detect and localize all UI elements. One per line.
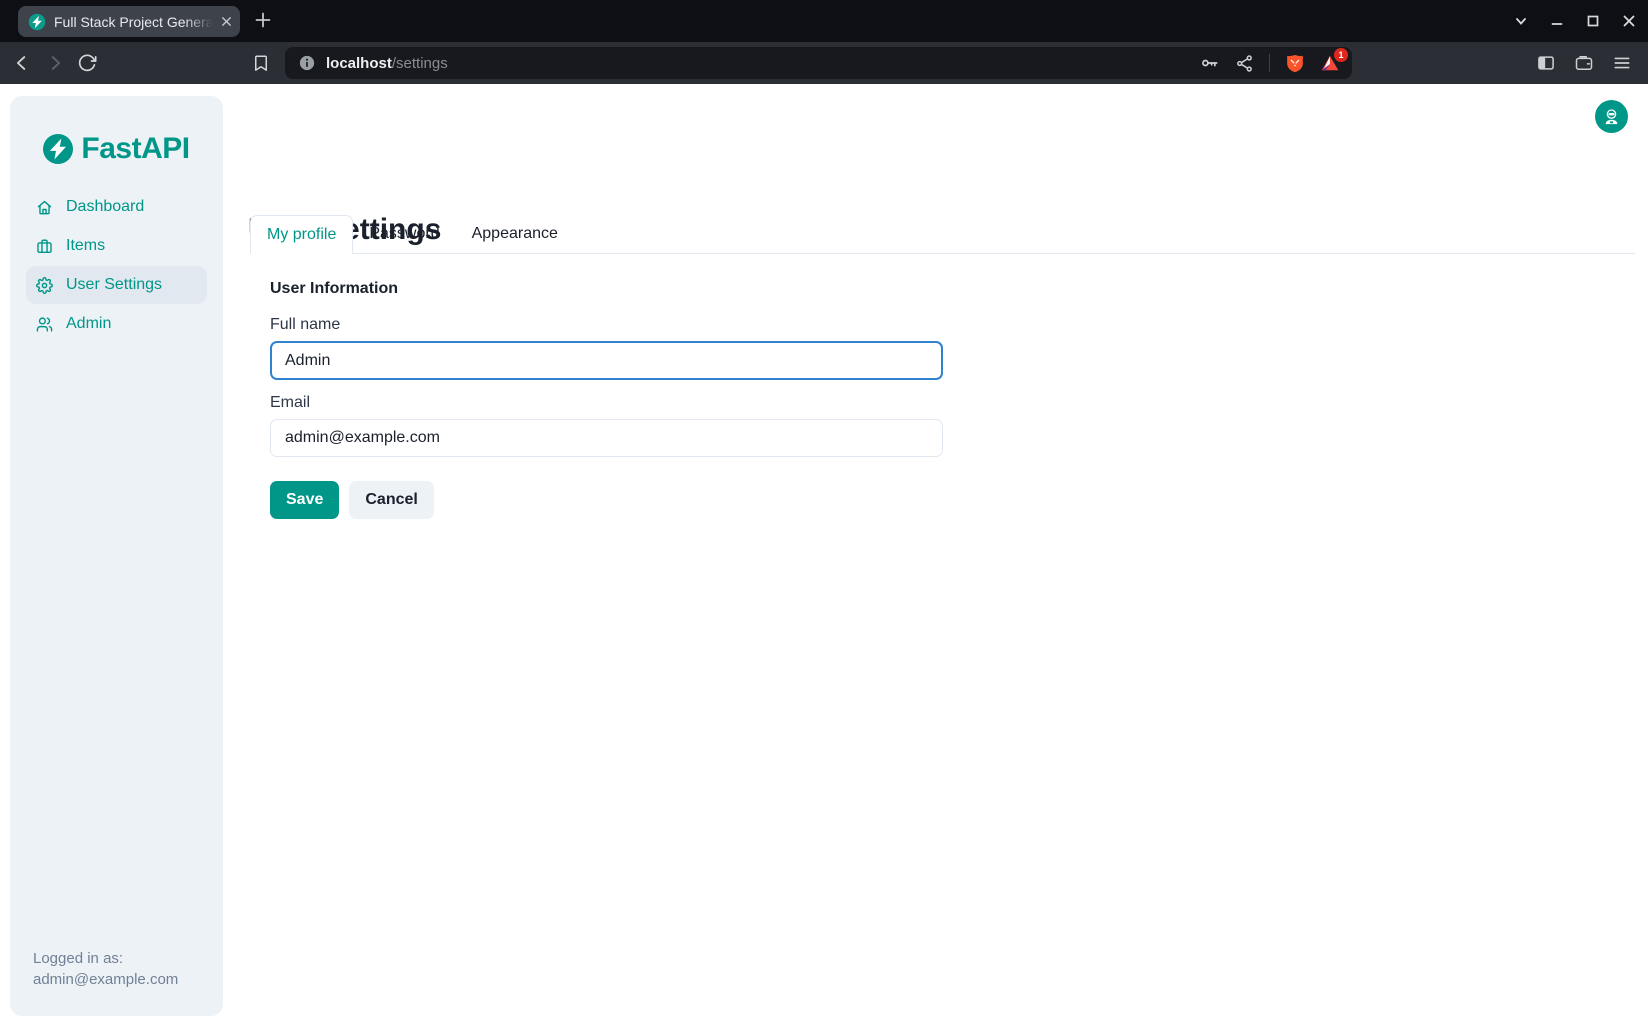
user-information-form: User Information Full name Email Save Ca… — [270, 280, 943, 519]
cancel-button[interactable]: Cancel — [349, 481, 433, 519]
user-menu-button[interactable] — [1595, 100, 1628, 133]
sidebar-item-label: Items — [66, 237, 105, 255]
form-actions: Save Cancel — [270, 481, 943, 519]
window-controls — [1512, 0, 1638, 42]
rewards-badge: 1 — [1334, 48, 1348, 62]
divider — [1269, 54, 1270, 72]
sidebar-item-user-settings[interactable]: User Settings — [26, 266, 207, 304]
tab-password[interactable]: Password — [353, 215, 455, 253]
back-icon[interactable] — [11, 52, 33, 74]
home-icon — [36, 199, 53, 216]
browser-window: Full Stack Project Genera — [0, 0, 1648, 1025]
share-icon[interactable] — [1235, 54, 1254, 73]
url-host: localhost — [326, 55, 392, 72]
close-window-icon[interactable] — [1620, 12, 1638, 30]
email-input[interactable] — [270, 419, 943, 457]
sidebar: FastAPI Dashboard — [10, 96, 223, 1016]
sidebar-item-label: User Settings — [66, 276, 162, 294]
sidebar-item-dashboard[interactable]: Dashboard — [26, 188, 207, 226]
full-name-label: Full name — [270, 316, 943, 334]
toolbar-right-actions — [1536, 42, 1632, 84]
bookmark-icon[interactable] — [250, 52, 272, 74]
briefcase-icon — [36, 238, 53, 255]
info-icon[interactable] — [298, 54, 316, 72]
reload-icon[interactable] — [76, 52, 98, 74]
browser-tab[interactable]: Full Stack Project Genera — [18, 6, 240, 37]
forward-icon[interactable] — [44, 52, 66, 74]
fastapi-favicon-icon — [28, 13, 46, 31]
address-bar[interactable]: localhost/settings — [285, 47, 1352, 79]
chevron-down-icon[interactable] — [1512, 12, 1530, 30]
url-text: localhost/settings — [326, 55, 448, 72]
browser-tab-strip: Full Stack Project Genera — [0, 0, 1648, 42]
email-field-group: Email — [270, 394, 943, 457]
users-icon — [36, 316, 53, 333]
sidebar-item-label: Dashboard — [66, 198, 144, 216]
tab-my-profile[interactable]: My profile — [250, 215, 353, 254]
tab-title: Full Stack Project Genera — [54, 14, 213, 30]
full-name-field-group: Full name — [270, 316, 943, 380]
minimize-icon[interactable] — [1548, 12, 1566, 30]
full-name-input[interactable] — [270, 341, 943, 380]
fastapi-bolt-icon — [43, 134, 73, 164]
fastapi-logo[interactable]: FastAPI — [10, 132, 223, 166]
gear-icon — [36, 277, 53, 294]
menu-icon[interactable] — [1612, 53, 1632, 73]
new-tab-icon[interactable] — [254, 11, 272, 29]
settings-tabs: My profile Password Appearance — [250, 215, 1635, 254]
user-astronaut-icon — [1602, 107, 1621, 126]
wallet-icon[interactable] — [1574, 53, 1594, 73]
key-icon[interactable] — [1200, 53, 1220, 73]
email-label: Email — [270, 394, 943, 412]
logged-in-email: admin@example.com — [33, 969, 178, 990]
tab-close-icon[interactable] — [221, 16, 232, 27]
url-path: /settings — [392, 55, 448, 72]
page-content: FastAPI Dashboard — [0, 84, 1648, 1025]
browser-toolbar: localhost/settings — [0, 42, 1648, 84]
brave-shield-icon[interactable] — [1285, 53, 1305, 74]
maximize-icon[interactable] — [1584, 12, 1602, 30]
sidebar-panel-icon[interactable] — [1536, 53, 1556, 73]
sidebar-item-items[interactable]: Items — [26, 227, 207, 265]
section-heading: User Information — [270, 280, 943, 298]
address-bar-actions: 1 — [1200, 53, 1340, 74]
tab-appearance[interactable]: Appearance — [456, 215, 574, 253]
brave-rewards-icon[interactable]: 1 — [1320, 54, 1340, 73]
logo-text: FastAPI — [81, 132, 189, 166]
sidebar-nav: Dashboard Items — [10, 188, 223, 343]
sidebar-item-label: Admin — [66, 315, 111, 333]
logged-in-footer: Logged in as: admin@example.com — [33, 948, 178, 990]
sidebar-item-admin[interactable]: Admin — [26, 305, 207, 343]
save-button[interactable]: Save — [270, 481, 339, 519]
logged-in-label: Logged in as: — [33, 948, 178, 969]
